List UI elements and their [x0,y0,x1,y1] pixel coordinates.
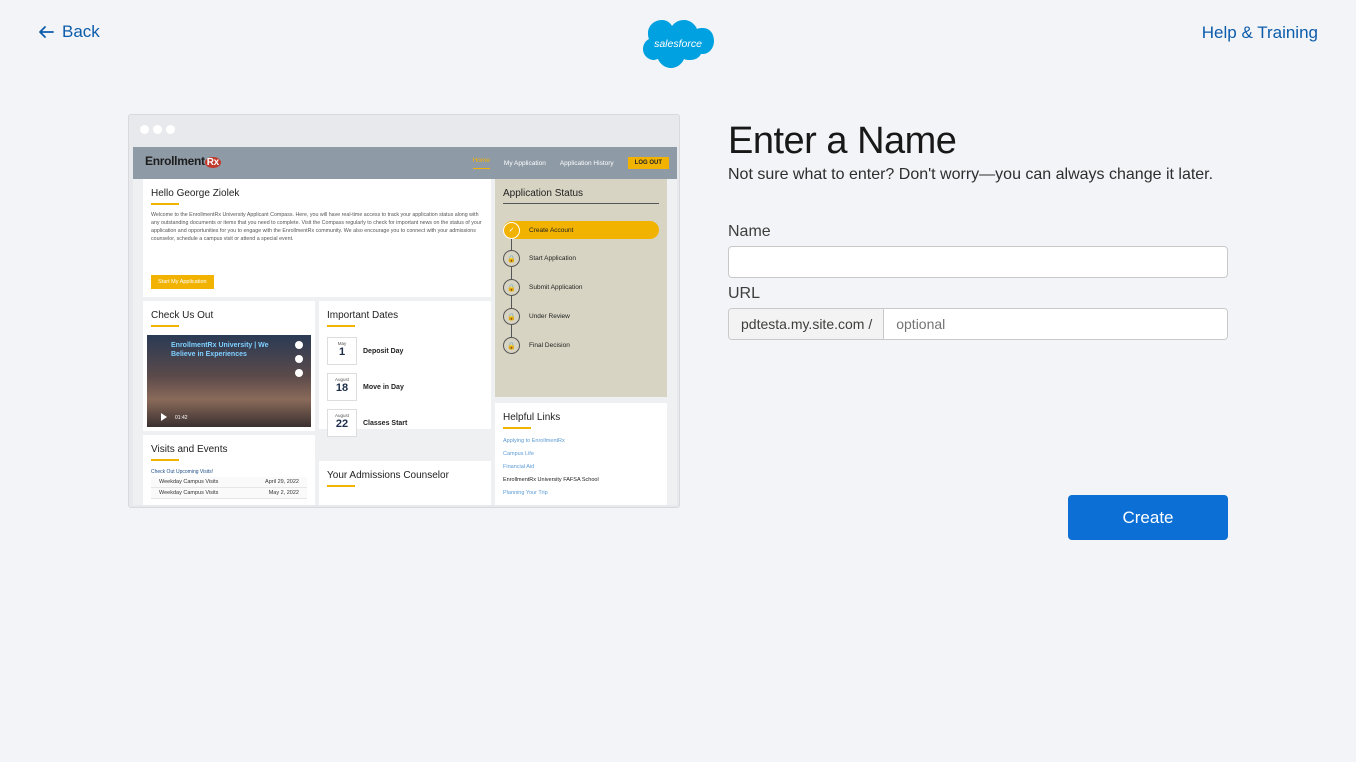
video-thumbnail: EnrollmentRx University | We Believe in … [147,335,311,427]
preview-links-card: Helpful Links Applying to EnrollmentRx C… [495,403,667,505]
hello-body: Welcome to the EnrollmentRx University A… [151,211,482,242]
helpful-link: EnrollmentRx University FAFSA School [503,476,599,483]
preview-nav-my-application: My Application [503,159,546,167]
video-title: EnrollmentRx University | We Believe in … [171,342,269,358]
page-title: Enter a Name [728,120,957,162]
url-prefix: pdtesta.my.site.com / [729,309,885,339]
status-step: 🔒 Start Application [503,250,576,267]
helpful-link: Applying to EnrollmentRx [503,437,565,444]
url-field: pdtesta.my.site.com / [728,308,1228,340]
preview-dates-card: Important Dates May 1 Deposit Day August 1… [319,301,491,437]
helpful-link: Campus Life [503,450,534,457]
status-step: 🔒 Submit Application [503,279,582,296]
preview-body: Hello George Ziolek Welcome to the Enrol… [133,179,677,505]
play-icon [161,413,167,421]
date-item: May 1 Deposit Day [327,337,403,365]
links-title: Helpful Links [503,412,561,423]
date-item: August 22 Classes Start [327,409,407,437]
lock-icon: 🔒 [503,337,520,354]
preview-hello-card: Hello George Ziolek Welcome to the Enrol… [143,179,491,297]
lock-icon: 🔒 [503,279,520,296]
preview-check-us-out-card: Check Us Out EnrollmentRx University | W… [143,301,315,431]
status-step: ✓ Create Account [503,221,659,239]
date-item: August 18 Move in Day [327,373,404,401]
logo-text: salesforce [654,38,702,50]
visits-title: Visits and Events [151,444,228,455]
preview-status-card: Application Status ✓ Create Account 🔒 Star… [495,179,667,397]
start-application-button: Start My Application [151,275,214,289]
lock-icon: 🔒 [503,308,520,325]
helpful-link: Planning Your Trip [503,489,548,496]
arrow-left-icon [39,26,54,38]
visits-subtitle: Check Out Upcoming Visits! [151,468,214,475]
video-time: 01:42 [175,415,188,421]
lock-icon: 🔒 [503,250,520,267]
name-input[interactable] [728,246,1228,278]
preview-nav-home: Home [472,157,490,169]
counselor-title: Your Admissions Counselor [327,470,449,481]
helpful-link: Financial Aid [503,463,535,470]
preview-logo: Enrollment Rx [145,154,221,168]
create-button[interactable]: Create [1068,495,1228,540]
dates-title: Important Dates [327,310,399,321]
preview-counselor-card: Your Admissions Counselor [319,461,491,505]
page-subtitle: Not sure what to enter? Don't worry—you … [728,166,1214,183]
hello-title: Hello George Ziolek [151,188,240,199]
visit-row: Weekday Campus Visits April 29, 2022 [151,476,307,488]
check-us-out-title: Check Us Out [151,310,214,321]
name-label: Name [728,223,771,240]
url-input[interactable] [884,309,1227,339]
preview-header: Enrollment Rx Home My Application Applica… [133,147,677,179]
salesforce-logo: salesforce [642,18,714,70]
site-preview: Enrollment Rx Home My Application Applica… [128,114,680,508]
help-training-link[interactable]: Help & Training [1202,23,1318,43]
status-step: 🔒 Final Decision [503,337,570,354]
preview-visits-card: Visits and Events Check Out Upcoming Vis… [143,435,315,505]
preview-nav-history: Application History [559,159,614,167]
preview-logout-button: LOG OUT [627,157,669,169]
visit-row: Weekday Campus Visits May 2, 2022 [151,487,307,499]
check-icon: ✓ [503,221,520,239]
status-step: 🔒 Under Review [503,308,570,325]
preview-nav: Home My Application Application History … [472,157,669,169]
window-dots [140,125,175,134]
back-label: Back [62,22,100,41]
url-label: URL [728,285,761,302]
back-link[interactable]: Back [38,22,100,42]
preview-site: Enrollment Rx Home My Application Applica… [133,147,677,505]
status-title: Application Status [503,188,584,199]
